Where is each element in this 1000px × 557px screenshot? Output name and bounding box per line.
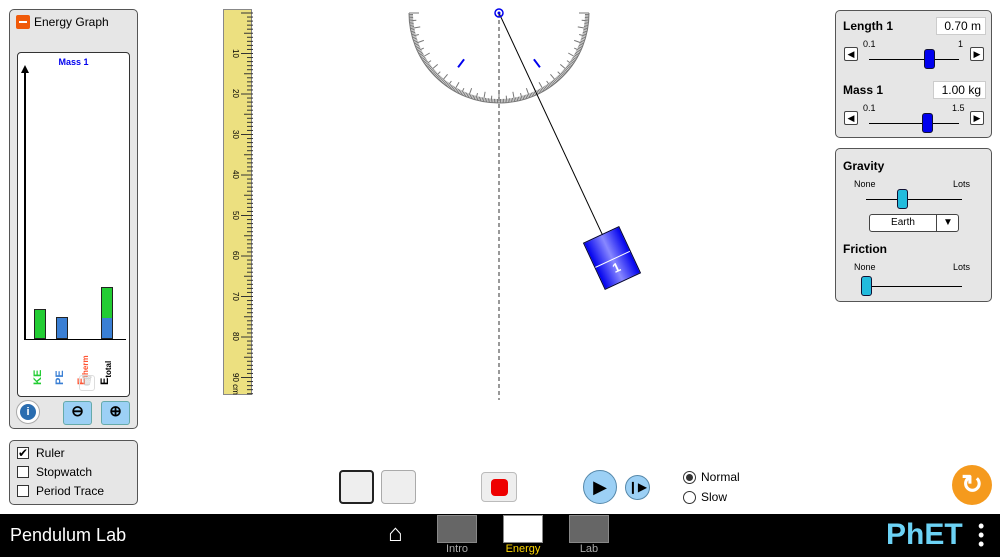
mass-max: 1.5	[952, 103, 965, 113]
phet-logo[interactable]: PhET	[886, 518, 963, 552]
record-button[interactable]	[481, 472, 517, 502]
length-min: 0.1	[863, 39, 876, 49]
app-title: Pendulum Lab	[10, 525, 127, 545]
length-slider-thumb[interactable]	[924, 49, 936, 69]
length-increase-button[interactable]: ▶	[970, 47, 984, 61]
step-button[interactable]: ❙▶	[625, 475, 650, 500]
max-angle-marker	[457, 58, 465, 68]
radio-label: Normal	[701, 470, 740, 484]
radio-slow[interactable]	[683, 491, 696, 504]
friction-label: Friction	[843, 242, 887, 256]
tab-intro[interactable]: Intro	[437, 515, 477, 557]
friction-min: None	[854, 262, 876, 272]
mass-slider-thumb[interactable]	[921, 113, 933, 133]
mass-min: 0.1	[863, 103, 876, 113]
menu-icon[interactable]: • • •	[978, 517, 984, 553]
length-value: 0.70 m	[936, 17, 986, 35]
tab-lab[interactable]: Lab	[569, 515, 609, 557]
length-mass-panel: Length 1 0.70 m ◀ ▶ 0.1 1 Mass 1 1.00 kg…	[835, 10, 992, 138]
mass-increase-button[interactable]: ▶	[970, 111, 984, 125]
mass-decrease-button[interactable]: ◀	[844, 111, 858, 125]
max-angle-marker	[533, 58, 541, 68]
gravity-slider-thumb[interactable]	[896, 189, 908, 209]
mass-slider-track[interactable]	[869, 123, 959, 124]
gravity-slider-track[interactable]	[866, 199, 962, 200]
gravity-max: Lots	[953, 179, 971, 189]
tab-energy[interactable]: Energy	[503, 515, 543, 557]
two-pendulums-button[interactable]	[381, 470, 416, 504]
length-max: 1	[958, 39, 964, 49]
radio-label: Slow	[701, 490, 728, 504]
reset-all-button[interactable]: ↻	[952, 465, 992, 505]
gravity-dropdown[interactable]: Earth ▼	[869, 214, 959, 232]
friction-slider-track[interactable]	[866, 286, 962, 287]
mass-value: 1.00 kg	[933, 81, 986, 99]
length-label: Length 1	[843, 19, 893, 33]
friction-max: Lots	[953, 262, 971, 272]
gravity-selected: Earth	[891, 217, 915, 228]
play-button[interactable]: ▶	[583, 470, 617, 504]
gravity-label: Gravity	[843, 159, 885, 173]
one-pendulum-button[interactable]	[339, 470, 374, 504]
gravity-friction-panel: Gravity None Lots Earth ▼ Friction None …	[835, 148, 992, 302]
length-decrease-button[interactable]: ◀	[844, 47, 858, 61]
pendulum-string	[498, 12, 606, 240]
length-slider-track[interactable]	[869, 59, 959, 60]
radio-normal[interactable]	[683, 471, 696, 484]
friction-slider-thumb[interactable]	[861, 276, 872, 296]
navbar: Pendulum Lab ⌂ Intro Energy Lab PhET • • •	[0, 514, 1000, 557]
home-icon[interactable]: ⌂	[388, 520, 403, 548]
chevron-down-icon: ▼	[936, 215, 959, 231]
mass-label: Mass 1	[843, 83, 884, 97]
gravity-min: None	[854, 179, 876, 189]
